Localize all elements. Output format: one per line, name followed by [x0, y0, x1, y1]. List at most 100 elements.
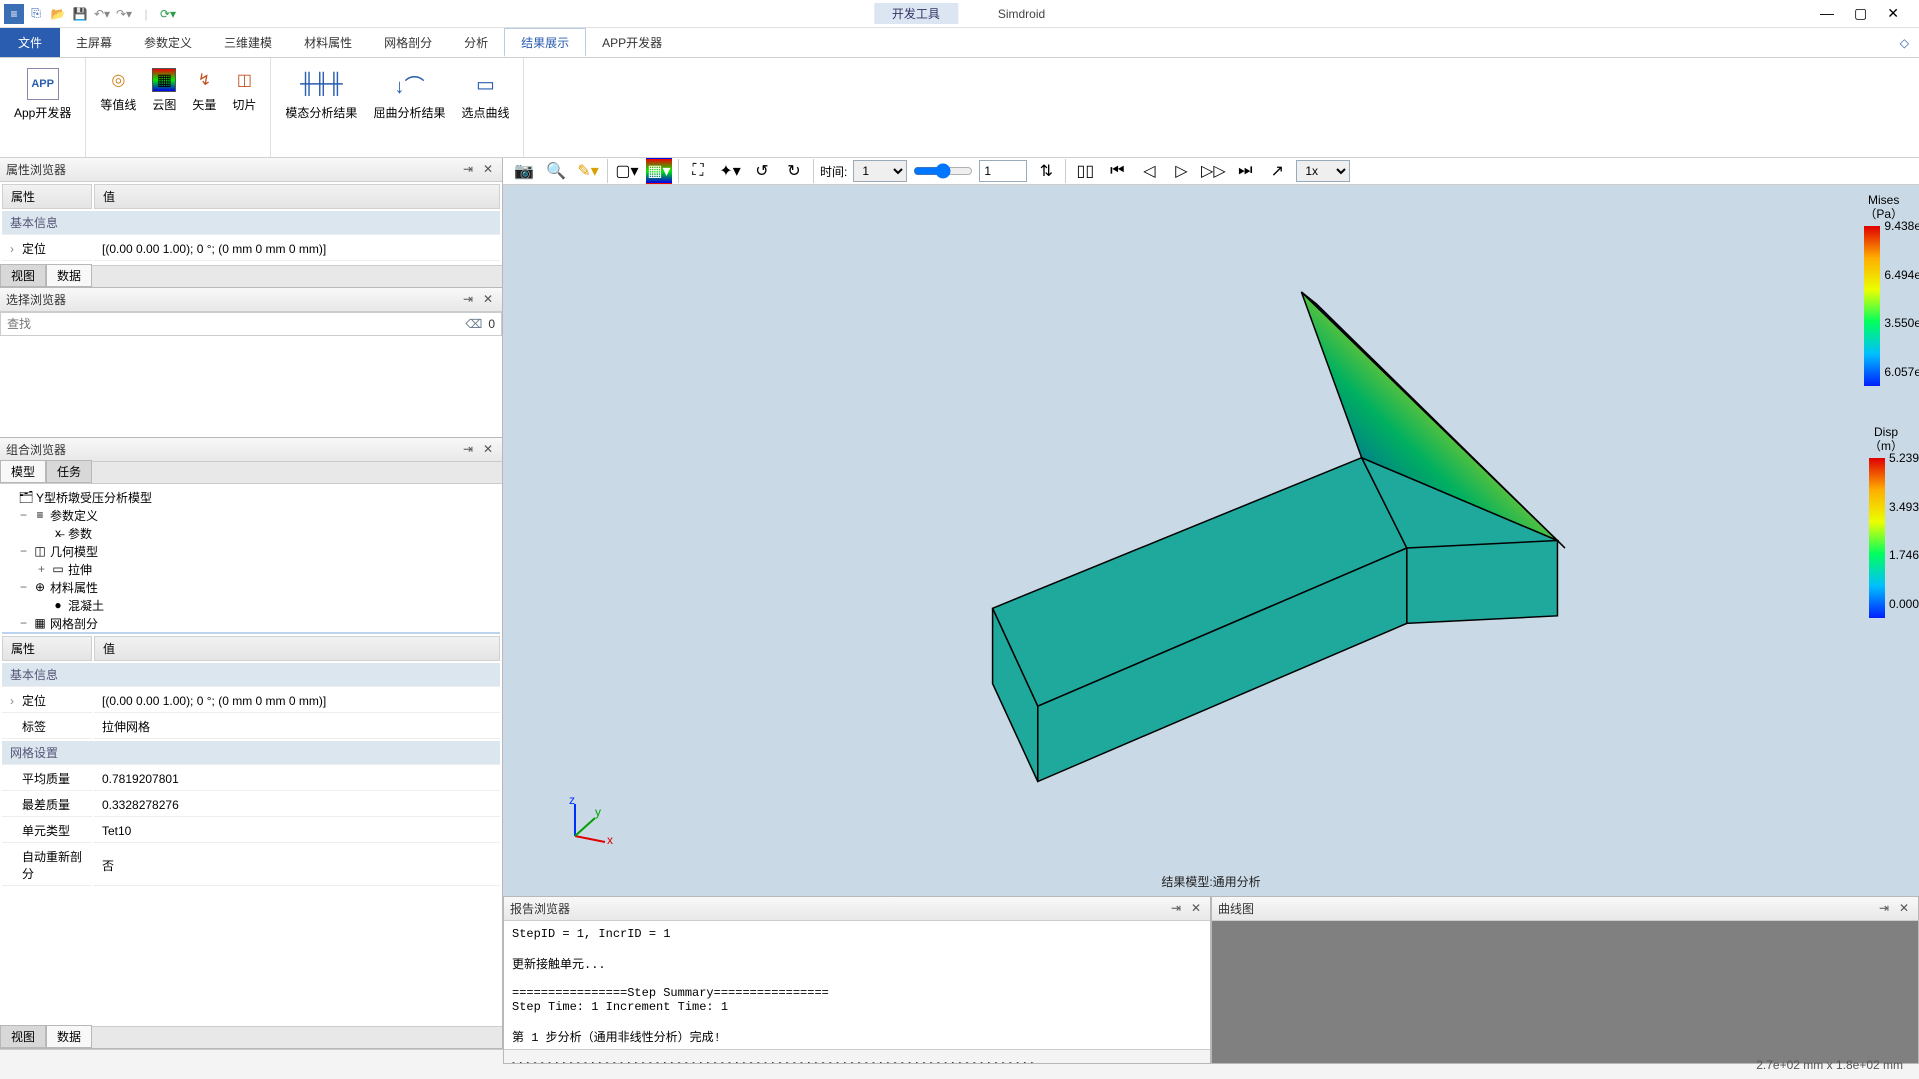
tab-3dmodel[interactable]: 三维建模	[208, 28, 288, 57]
model-render	[503, 185, 1919, 896]
tree-node[interactable]: −◫几何模型	[2, 542, 500, 560]
tab-results[interactable]: 结果展示	[504, 28, 586, 57]
chart-area[interactable]	[1212, 921, 1918, 1063]
tree-node[interactable]: −≡参数定义	[2, 506, 500, 524]
speed-select[interactable]: 1x	[1296, 160, 1350, 182]
export-icon[interactable]: ↗	[1264, 158, 1290, 184]
3d-viewport[interactable]: zxy 结果模型:通用分析 Mises（Pa） 9.438e+046.494e+…	[503, 185, 1919, 896]
new-icon[interactable]: ⎘	[26, 4, 46, 24]
time-label: 时间:	[820, 163, 847, 180]
close-icon[interactable]: ✕	[480, 162, 496, 178]
title-bar: ≡ ⎘ 📂 💾 ↶▾ ↷▾ | ⟳▾ 开发工具 Simdroid — ▢ ✕	[0, 0, 1919, 28]
play-icon[interactable]: ▷	[1168, 158, 1194, 184]
ribbon-contour[interactable]: ◎等值线	[94, 64, 142, 117]
refresh-icon[interactable]: ⟳▾	[158, 4, 178, 24]
zoom-icon[interactable]: 🔍	[543, 158, 569, 184]
redo-icon[interactable]: ↷▾	[114, 4, 134, 24]
close-icon[interactable]: ✕	[480, 292, 496, 308]
tree-node[interactable]: −⊕材料属性	[2, 578, 500, 596]
last-icon[interactable]: ⏭	[1232, 158, 1258, 184]
first-icon[interactable]: ⏮	[1104, 158, 1130, 184]
close-icon[interactable]: ✕	[480, 442, 496, 458]
ribbon-cloud[interactable]: ▦云图	[146, 64, 182, 117]
close-button[interactable]: ✕	[1887, 5, 1899, 22]
modal-icon: ╫╫╫	[305, 68, 337, 100]
svg-text:x: x	[607, 833, 613, 846]
status-dimensions: 2.7e+02 mm x 1.8e+02 mm	[1756, 1058, 1903, 1072]
tab-home[interactable]: 主屏幕	[60, 28, 128, 57]
next-icon[interactable]: ▷▷	[1200, 158, 1226, 184]
undo-icon[interactable]: ↶▾	[92, 4, 112, 24]
ribbon-pickcurve[interactable]: ▭选点曲线	[455, 64, 515, 125]
tree-node[interactable]: x̶参数	[2, 524, 500, 542]
ribbon-appdev[interactable]: APP App开发器	[8, 64, 77, 125]
rotate-ccw-icon[interactable]: ↺	[749, 158, 775, 184]
tree-node[interactable]: ●混凝土	[2, 596, 500, 614]
cloud-icon: ▦	[152, 68, 176, 92]
ribbon-buckling[interactable]: ↓⌒屈曲分析结果	[367, 64, 451, 125]
legend-disp: Disp（m） 5.239e-073.493e-071.746e-070.000…	[1869, 425, 1903, 618]
app-icon: ≡	[4, 4, 24, 24]
fit-icon[interactable]: ⛶	[685, 158, 711, 184]
rotate-cw-icon[interactable]: ↻	[781, 158, 807, 184]
tab-appdev[interactable]: APP开发器	[586, 28, 678, 57]
tab-data[interactable]: 数据	[46, 264, 92, 287]
frame-select[interactable]: 1	[853, 160, 907, 182]
open-icon[interactable]: 📂	[48, 4, 68, 24]
file-menu[interactable]: 文件	[0, 28, 60, 57]
viewport-column: 📷 🔍 ✎▾ ▢▾ ▦▾ ⛶ ✦▾ ↺ ↻ 时间: 1 ⇅ ▯▯ ⏮ ◁ ▷ ▷…	[503, 158, 1919, 1049]
tab-view[interactable]: 视图	[0, 264, 46, 287]
contour-icon: ◎	[106, 68, 130, 92]
clear-icon[interactable]: ⌫	[465, 317, 482, 331]
ribbon: APP App开发器 ◎等值线 ▦云图 ↯矢量 ◫切片 ╫╫╫模态分析结果 ↓⌒…	[0, 58, 1919, 158]
record-icon[interactable]: ▯▯	[1072, 158, 1098, 184]
tab-params[interactable]: 参数定义	[128, 28, 208, 57]
tab-material[interactable]: 材料属性	[288, 28, 368, 57]
time-input[interactable]	[979, 160, 1027, 182]
tree-node[interactable]: −▦网格剖分	[2, 614, 500, 632]
selection-count: 0	[482, 317, 501, 331]
tab-mesh[interactable]: 网格剖分	[368, 28, 448, 57]
axes-icon[interactable]: ✦▾	[717, 158, 743, 184]
cube-icon[interactable]: ▦▾	[646, 158, 672, 184]
time-slider[interactable]	[913, 160, 973, 182]
pin-icon[interactable]: ⇥	[460, 442, 476, 458]
box-icon[interactable]: ▢▾	[614, 158, 640, 184]
tab-task[interactable]: 任务	[46, 460, 92, 483]
ribbon-vector[interactable]: ↯矢量	[186, 64, 222, 117]
close-icon[interactable]: ✕	[1896, 901, 1912, 917]
buckling-icon: ↓⌒	[393, 68, 425, 100]
pin-icon[interactable]: ⇥	[1168, 901, 1184, 917]
pin-icon[interactable]: ⇥	[1876, 901, 1892, 917]
svg-text:z: z	[569, 796, 575, 807]
camera-icon[interactable]: 📷	[511, 158, 537, 184]
stepper-icon[interactable]: ⇅	[1033, 158, 1059, 184]
save-icon[interactable]: 💾	[70, 4, 90, 24]
legend-mises: Mises（Pa） 9.438e+046.494e+043.550e+046.0…	[1864, 193, 1903, 386]
context-tab-label: 开发工具	[874, 3, 958, 24]
report-text[interactable]: StepID = 1, IncrID = 1 更新接触单元... =======…	[504, 921, 1210, 1063]
tab-view[interactable]: 视图	[0, 1025, 46, 1048]
minimize-button[interactable]: —	[1820, 5, 1834, 22]
quick-access-toolbar: ≡ ⎘ 📂 💾 ↶▾ ↷▾ | ⟳▾	[0, 4, 178, 24]
panel-title: 组合浏览器	[6, 441, 456, 458]
ribbon-slice[interactable]: ◫切片	[226, 64, 262, 117]
tree-node[interactable]: 🗂Y型桥墩受压分析模型	[2, 488, 500, 506]
maximize-button[interactable]: ▢	[1854, 5, 1867, 22]
window-controls: — ▢ ✕	[1820, 5, 1919, 22]
close-icon[interactable]: ✕	[1188, 901, 1204, 917]
tab-analysis[interactable]: 分析	[448, 28, 504, 57]
search-input[interactable]	[1, 317, 465, 331]
tree-node[interactable]: +▭拉伸	[2, 560, 500, 578]
table-row: ›定位[(0.00 0.00 1.00); 0 °; (0 mm 0 mm 0 …	[2, 237, 500, 261]
report-browser: 报告浏览器⇥✕ StepID = 1, IncrID = 1 更新接触单元...…	[503, 896, 1211, 1064]
help-icon[interactable]: ◇	[1890, 28, 1919, 57]
pin-icon[interactable]: ⇥	[460, 292, 476, 308]
ribbon-modal[interactable]: ╫╫╫模态分析结果	[279, 64, 363, 125]
pin-icon[interactable]: ⇥	[460, 162, 476, 178]
model-tree[interactable]: 🗂Y型桥墩受压分析模型−≡参数定义x̶参数−◫几何模型+▭拉伸−⊕材料属性●混凝…	[0, 484, 502, 634]
tab-model[interactable]: 模型	[0, 460, 46, 483]
highlight-icon[interactable]: ✎▾	[575, 158, 601, 184]
prev-icon[interactable]: ◁	[1136, 158, 1162, 184]
tab-data[interactable]: 数据	[46, 1025, 92, 1048]
